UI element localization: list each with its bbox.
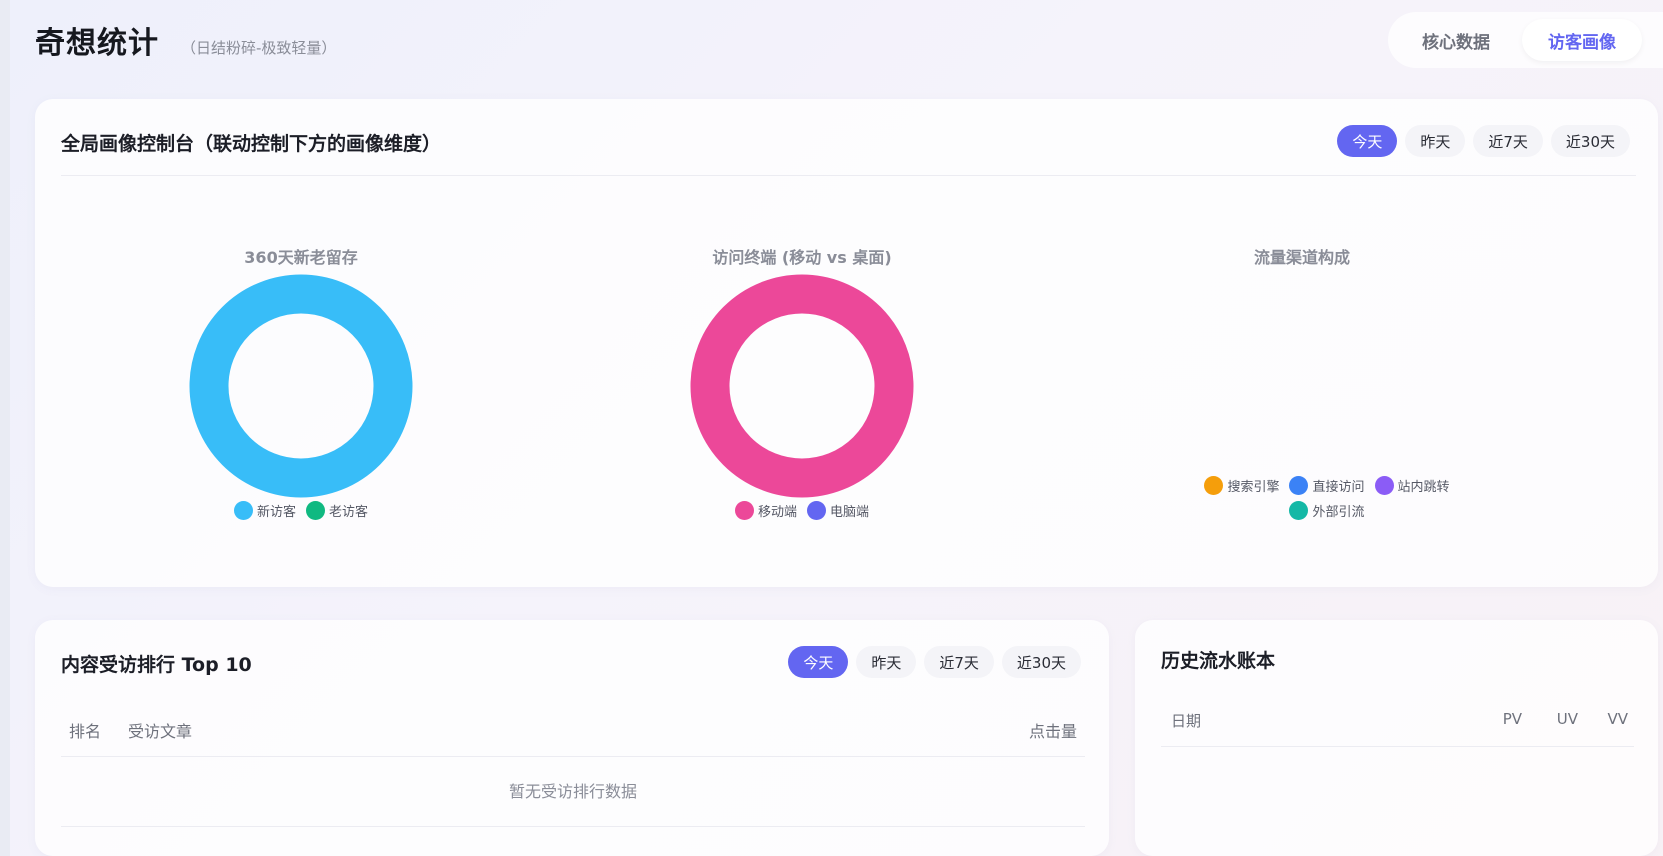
rank-range-today[interactable]: 今天 — [788, 646, 849, 678]
history-header-divider — [1161, 746, 1634, 747]
legend-item[interactable]: 站内跳转 — [1374, 476, 1450, 495]
legend-dot-icon — [306, 501, 325, 520]
chart-legend: 移动端 电脑端 — [542, 501, 1062, 520]
column-date: 日期 — [1171, 712, 1202, 730]
legend-label: 外部引流 — [1312, 505, 1365, 520]
column-rank: 排名 — [69, 722, 102, 741]
window-edge — [0, 0, 10, 856]
chart-legend: 搜索引擎 直接访问 站内跳转外部引流 — [1202, 476, 1452, 520]
rank-title: 内容受访排行 Top 10 — [61, 654, 252, 676]
rank-range-selector: 今天 昨天 近7天 近30天 — [788, 646, 1081, 678]
column-clicks: 点击量 — [1028, 722, 1077, 741]
legend-dot-icon — [233, 501, 253, 520]
legend-dot-icon — [807, 501, 826, 520]
legend-label: 搜索引擎 — [1227, 480, 1280, 495]
top-tab-bar: 核心数据 访客画像 — [1388, 12, 1663, 68]
console-range-today[interactable]: 今天 — [1337, 125, 1398, 157]
console-divider — [61, 175, 1636, 176]
column-vv: VV — [1607, 710, 1628, 728]
rank-range-yesterday[interactable]: 昨天 — [856, 646, 917, 678]
donut-slice-移动端[interactable] — [690, 274, 914, 498]
column-pv: PV — [1502, 710, 1522, 728]
donut-chart — [690, 274, 914, 498]
column-uv: UV — [1556, 710, 1578, 728]
rank-bottom-divider — [61, 826, 1085, 827]
donut-slice-新访客[interactable] — [189, 274, 413, 498]
legend-dot-icon — [1204, 476, 1224, 495]
history-title: 历史流水账本 — [1161, 650, 1276, 672]
legend-label: 新访客 — [256, 505, 296, 520]
app-subtitle: （日结粉碎-极致轻量） — [181, 39, 337, 57]
rank-header-divider — [61, 756, 1085, 757]
donut-chart — [189, 274, 413, 498]
legend-label: 电脑端 — [830, 505, 870, 520]
content-rank-card: 内容受访排行 Top 10 今天 昨天 近7天 近30天 排名 受访文章 点击量… — [35, 620, 1109, 856]
legend-label: 老访客 — [329, 505, 369, 520]
rank-range-30days[interactable]: 近30天 — [1001, 646, 1081, 678]
legend-label: 站内跳转 — [1397, 480, 1450, 495]
chart-block-1: 360天新老留存 新访客 老访客 — [41, 244, 561, 564]
chart-block-2: 访问终端 (移动 vs 桌面) 移动端 电脑端 — [542, 244, 1062, 564]
legend-item[interactable]: 电脑端 — [807, 501, 869, 520]
console-range-yesterday[interactable]: 昨天 — [1405, 125, 1466, 157]
legend-item[interactable]: 老访客 — [306, 501, 368, 520]
legend-item[interactable]: 直接访问 — [1289, 476, 1365, 495]
tab-core-data[interactable]: 核心数据 — [1396, 19, 1516, 61]
legend-dot-icon — [734, 501, 754, 520]
rank-range-7days[interactable]: 近7天 — [924, 646, 994, 678]
profile-console-card: 全局画像控制台（联动控制下方的画像维度） 今天 昨天 近7天 近30天 360天… — [35, 99, 1658, 587]
legend-label: 移动端 — [757, 505, 797, 520]
console-range-7days[interactable]: 近7天 — [1473, 125, 1543, 157]
history-ledger-card: 历史流水账本 日期 PV UV VV — [1135, 620, 1658, 856]
legend-dot-icon — [1289, 476, 1309, 495]
rank-empty-message: 暂无受访排行数据 — [508, 782, 637, 801]
legend-item[interactable]: 搜索引擎 — [1204, 476, 1279, 495]
rank-table-header: 排名 受访文章 点击量 — [61, 718, 1085, 754]
legend-dot-icon — [1374, 476, 1394, 495]
console-range-selector: 今天 昨天 近7天 近30天 — [1337, 125, 1630, 157]
column-article: 受访文章 — [128, 722, 193, 741]
tab-visitor-profile[interactable]: 访客画像 — [1522, 19, 1642, 61]
app-title: 奇想统计 — [35, 26, 159, 61]
legend-item[interactable]: 外部引流 — [1289, 501, 1365, 520]
legend-label: 直接访问 — [1312, 480, 1365, 495]
legend-item[interactable]: 移动端 — [734, 501, 797, 520]
legend-item[interactable]: 新访客 — [233, 501, 296, 520]
console-title: 全局画像控制台（联动控制下方的画像维度） — [61, 133, 442, 155]
console-range-30days[interactable]: 近30天 — [1550, 125, 1630, 157]
chart-legend: 新访客 老访客 — [41, 501, 561, 520]
legend-dot-icon — [1289, 501, 1309, 520]
chart-block-3: 流量渠道构成 搜索引擎 直接访问 站内跳转 外部引流 — [1042, 244, 1562, 564]
app-header: 奇想统计 （日结粉碎-极致轻量） — [35, 18, 336, 62]
donut-chart — [1042, 244, 1562, 504]
